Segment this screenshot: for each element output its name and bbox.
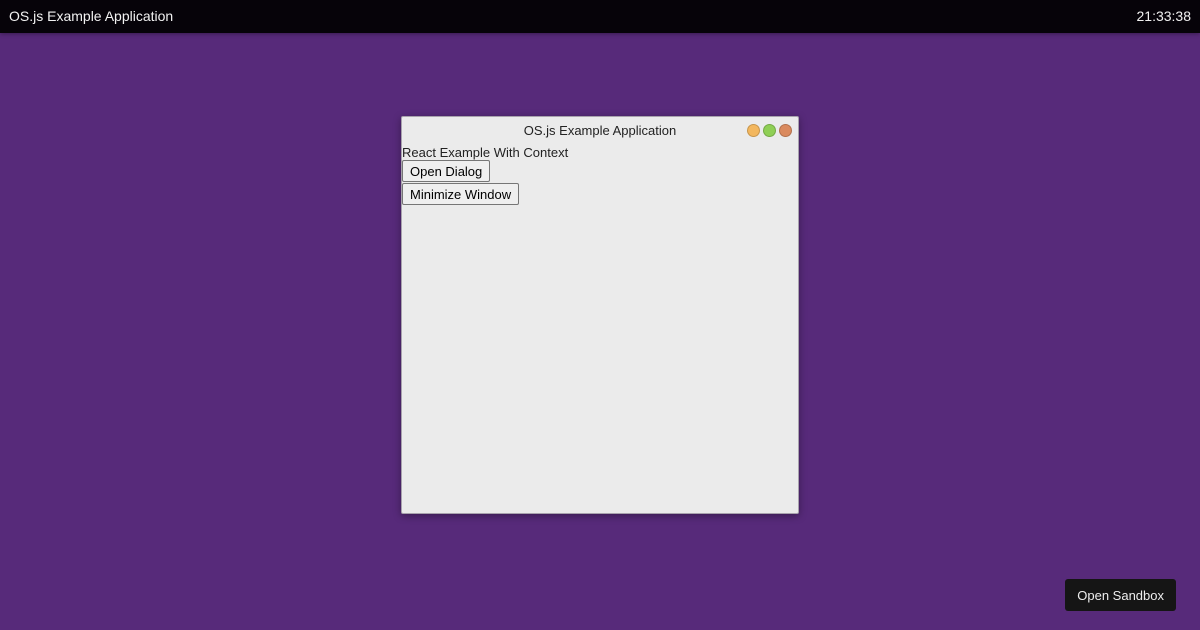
window-content: React Example With Context Open Dialog M… (402, 144, 798, 206)
window-controls (747, 124, 792, 137)
minimize-window-icon[interactable] (747, 124, 760, 137)
open-sandbox-button[interactable]: Open Sandbox (1065, 579, 1176, 611)
close-window-icon[interactable] (779, 124, 792, 137)
top-panel: OS.js Example Application 21:33:38 (0, 0, 1200, 33)
panel-app-title[interactable]: OS.js Example Application (9, 8, 173, 25)
app-window[interactable]: OS.js Example Application React Example … (401, 116, 799, 514)
window-header[interactable]: OS.js Example Application (402, 117, 798, 144)
panel-clock[interactable]: 21:33:38 (1137, 8, 1192, 25)
open-dialog-button[interactable]: Open Dialog (402, 160, 491, 182)
content-heading: React Example With Context (402, 145, 569, 160)
maximize-window-icon[interactable] (763, 124, 776, 137)
window-title: OS.js Example Application (523, 123, 677, 138)
minimize-window-button[interactable]: Minimize Window (402, 183, 520, 205)
